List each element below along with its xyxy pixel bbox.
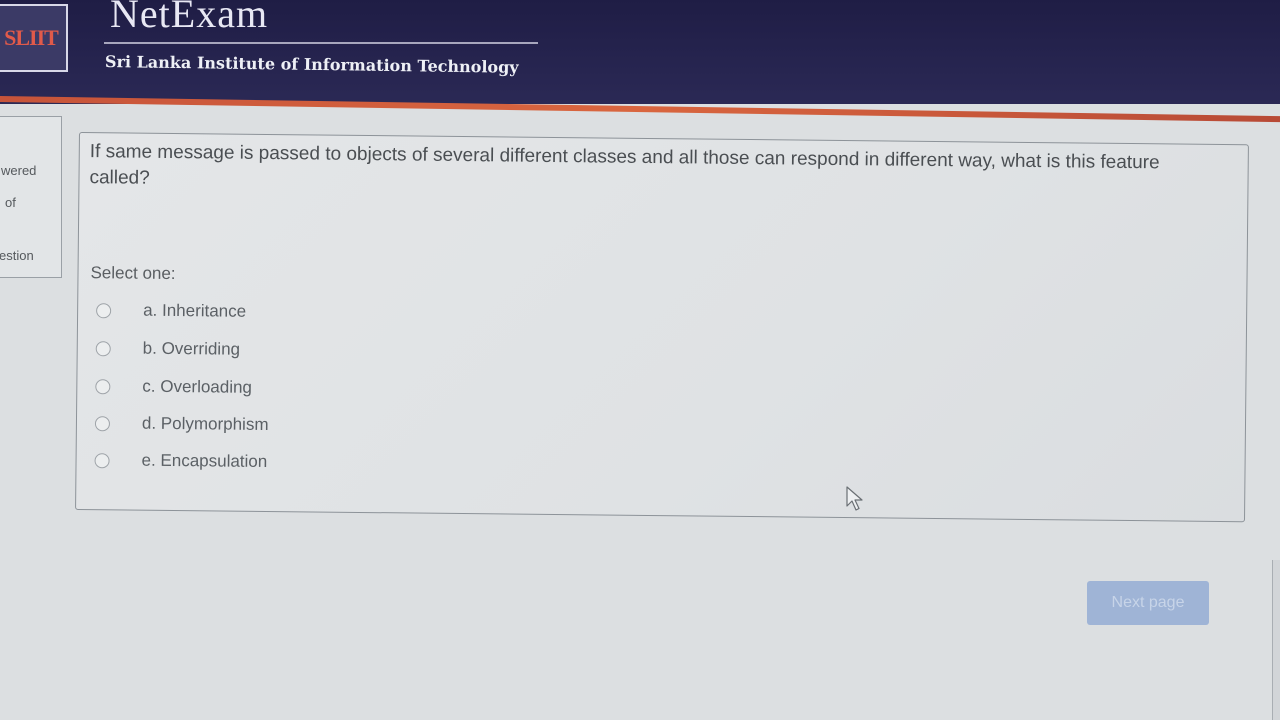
mouse-cursor-icon [846,486,864,517]
question-info-panel: wered of estion [0,116,62,278]
question-card: If same message is passed to objects of … [75,132,1249,523]
scrollbar-edge[interactable] [1272,560,1280,720]
radio-button[interactable] [96,302,112,318]
brand-divider [104,42,538,44]
status-text: wered [1,163,37,178]
radio-button[interactable] [95,340,111,356]
question-text: If same message is passed to objects of … [89,141,1160,189]
brand-title: NetExam [110,0,269,36]
answer-option-e[interactable]: e. Encapsulation [94,449,267,473]
next-page-button[interactable]: Next page [1087,581,1209,625]
option-label[interactable]: a. Inheritance [143,301,246,322]
sliit-logo: SLIIT [0,4,68,72]
option-label[interactable]: b. Overriding [143,339,241,360]
option-label[interactable]: c. Overloading [142,377,252,398]
header-accent-stripe [0,96,1280,123]
answer-option-c[interactable]: c. Overloading [95,375,252,399]
logo-text: SLIIT [4,25,59,50]
option-label[interactable]: d. Polymorphism [142,414,269,435]
answer-option-b[interactable]: b. Overriding [95,337,241,361]
radio-button[interactable] [94,452,110,468]
option-label[interactable]: e. Encapsulation [141,451,267,472]
flag-question-link[interactable]: estion [0,248,34,263]
marks-text: of [5,195,16,210]
site-header: SLIIT NetExam Sri Lanka Institute of Inf… [0,0,1280,123]
radio-button[interactable] [95,378,111,394]
select-one-prompt: Select one: [90,263,176,284]
answer-option-a[interactable]: a. Inheritance [96,299,246,323]
brand-subtitle: Sri Lanka Institute of Information Techn… [104,52,519,77]
answer-option-d[interactable]: d. Polymorphism [94,412,269,436]
radio-button[interactable] [94,415,111,431]
